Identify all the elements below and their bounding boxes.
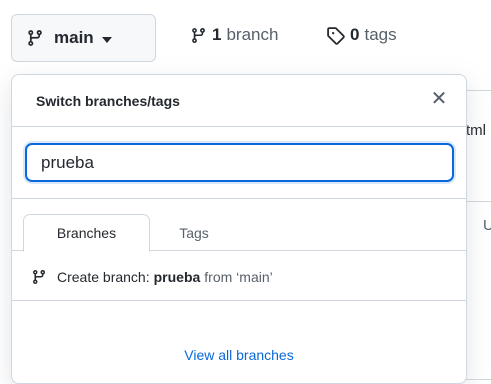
tab-tags[interactable]: Tags — [158, 214, 230, 252]
dropdown-title: Switch branches/tags — [36, 93, 180, 109]
chevron-down-icon — [101, 36, 112, 43]
branches-link[interactable]: 1 branch — [190, 25, 278, 45]
tag-count: 0 — [350, 25, 360, 44]
create-branch-item[interactable]: Create branch: prueba from ‘main’ — [12, 253, 466, 301]
branch-selector-button[interactable]: main — [11, 14, 156, 62]
tag-word: tags — [364, 25, 397, 44]
repo-toolbar: main 1 branch 0 tags — [0, 0, 491, 75]
create-branch-label: Create branch: — [57, 268, 150, 285]
branch-switcher-dropdown: Switch branches/tags ✕ Branches Tags Cre… — [11, 74, 467, 384]
git-branch-icon — [28, 30, 42, 46]
background-text: U — [483, 217, 491, 234]
ref-tabs: Branches Tags — [12, 199, 466, 252]
branch-count: 1 — [212, 25, 222, 44]
view-all-branches-link[interactable]: View all branches — [12, 347, 466, 363]
branch-word: branch — [226, 25, 279, 44]
source-branch-text: from ‘main’ — [204, 268, 273, 285]
background-text: tml — [466, 122, 486, 139]
filter-section — [12, 127, 466, 199]
tag-icon — [327, 26, 345, 45]
branch-search-input[interactable] — [25, 143, 454, 182]
tab-branches[interactable]: Branches — [23, 214, 150, 252]
dropdown-header: Switch branches/tags ✕ — [12, 75, 466, 127]
new-branch-name: prueba — [153, 268, 201, 285]
git-branch-icon — [192, 27, 205, 43]
current-branch-label: main — [54, 28, 94, 47]
close-icon[interactable]: ✕ — [428, 87, 450, 110]
git-branch-icon — [32, 269, 45, 284]
tags-link[interactable]: 0 tags — [326, 25, 397, 45]
